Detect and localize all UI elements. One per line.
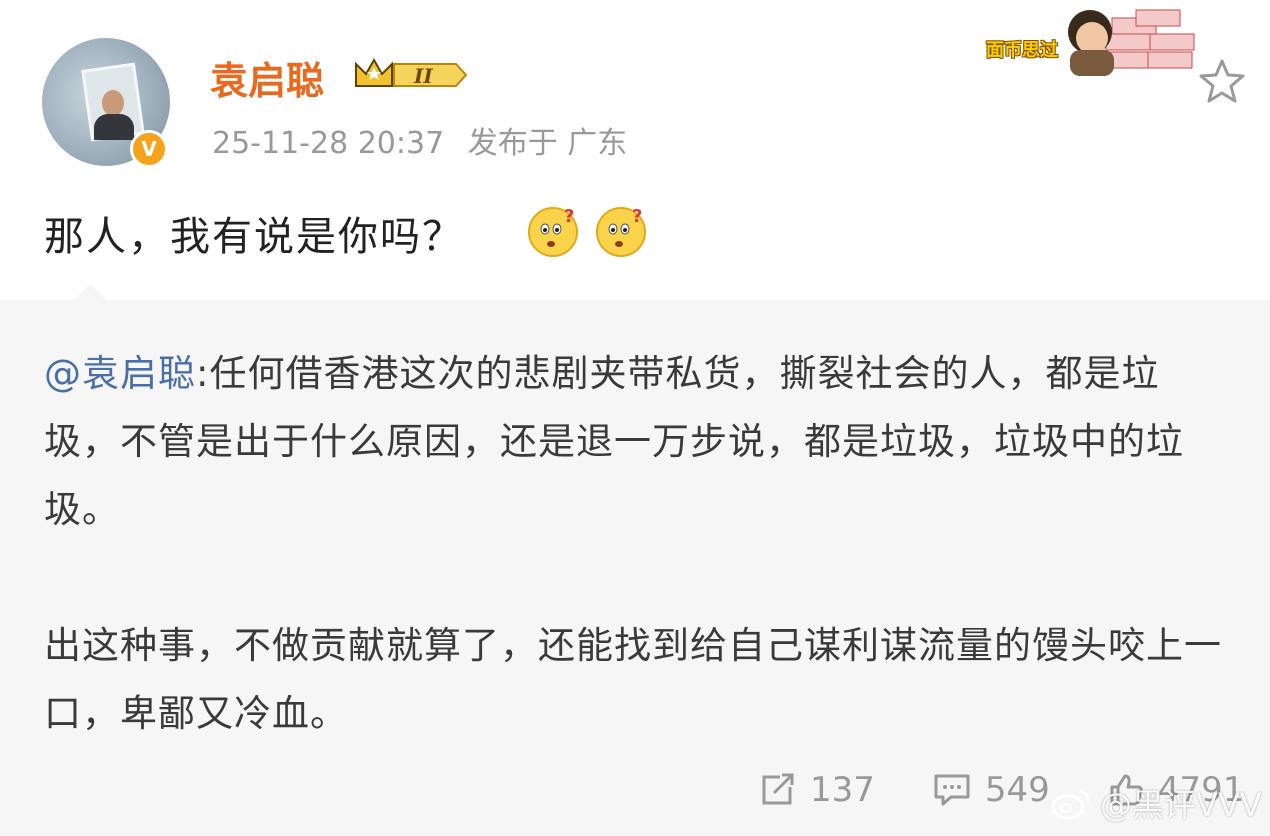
level-badge-text: II [413,64,433,88]
repost-paragraph-1: @袁启聪:任何借香港这次的悲剧夹带私货，撕裂社会的人，都是垃圾，不管是出于什么原… [44,340,1224,544]
verified-badge-icon: V [130,130,168,168]
post-content: 那人，我有说是你吗？ [44,214,464,260]
comment-count: 549 [984,770,1050,810]
post-timestamp: 25-11-28 20:37 [212,126,445,161]
emoji-row: ? ? [526,202,650,258]
avatar-shirt [94,114,134,140]
repost-paragraph-1-text: :任何借香港这次的悲剧夹带私货，撕裂社会的人，都是垃圾，不管是出于什么原因，还是… [44,352,1184,531]
avatar-face [102,90,124,116]
mention-link[interactable]: @袁启聪 [44,352,196,395]
watermark-text: @黑评VVV [1100,786,1262,824]
comment-button[interactable]: 549 [933,770,1050,810]
watermark: @黑评VVV [1050,780,1262,826]
post-location: 发布于 广东 [467,126,628,161]
svg-text:?: ? [632,206,642,227]
repost-button[interactable]: 137 [760,770,875,810]
level-crown-badge-icon[interactable]: II [352,56,470,94]
thinking-face-icon: ? [528,206,578,257]
sticker-text: 面币思过 [986,40,1058,61]
comment-icon [934,774,970,806]
svg-text:?: ? [564,206,574,227]
repost-count: 137 [810,770,875,810]
favorite-star-icon[interactable] [1198,58,1246,104]
thinking-face-icon: ? [596,206,646,257]
author-name[interactable]: 袁启聪 [210,50,324,105]
reposted-text: @袁启聪:任何借香港这次的悲剧夹带私货，撕裂社会的人，都是垃圾，不管是出于什么原… [44,340,1224,748]
repost-pointer [72,284,108,302]
post-meta: 25-11-28 20:37 发布于 广东 [212,118,627,162]
repost-icon [762,773,794,805]
repost-paragraph-2: 出这种事，不做贡献就算了，还能找到给自己谋利谋流量的馒头咬上一口，卑鄙又冷血。 [44,624,1222,735]
weibo-logo-icon [1051,789,1090,820]
